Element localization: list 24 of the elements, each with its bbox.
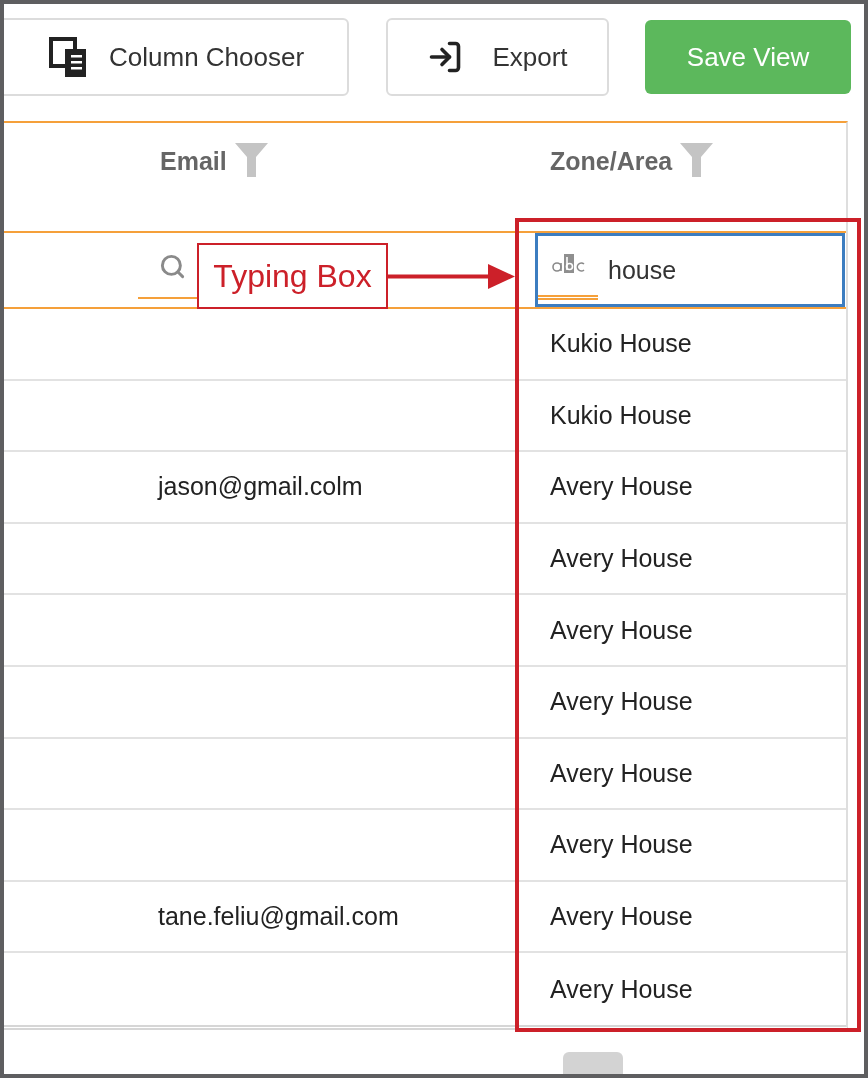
- search-icon: [159, 252, 186, 280]
- export-button[interactable]: Export: [386, 18, 609, 96]
- zone-name: Avery House: [550, 472, 693, 502]
- text-filter-icon: [551, 252, 585, 275]
- zone-name: Avery House: [550, 830, 693, 860]
- zone-name: Kukio House: [550, 400, 692, 430]
- column-chooser-button[interactable]: Column Chooser: [4, 18, 349, 96]
- zone-name: Avery House: [550, 615, 693, 645]
- email-address: tane.feliu@gmail.com: [158, 902, 399, 932]
- column-header[interactable]: Email: [160, 143, 227, 179]
- zone-name: Avery House: [550, 902, 693, 932]
- filter-value: house: [608, 255, 677, 285]
- zone-name: Avery House: [550, 544, 693, 574]
- filter-input[interactable]: house: [535, 233, 845, 307]
- callout-label: Typing Box: [197, 243, 388, 309]
- filter-icon[interactable]: [680, 143, 714, 177]
- zone-name: Avery House: [550, 758, 693, 788]
- email-address: jason@gmail.colm: [158, 472, 363, 502]
- column-header[interactable]: Zone/Area: [550, 143, 673, 179]
- filter-icon[interactable]: [234, 143, 268, 177]
- zone-name: Avery House: [550, 687, 693, 717]
- zone-name: Kukio House: [550, 329, 692, 359]
- column-chooser-icon: [49, 37, 87, 77]
- zone-name: Avery House: [550, 974, 693, 1004]
